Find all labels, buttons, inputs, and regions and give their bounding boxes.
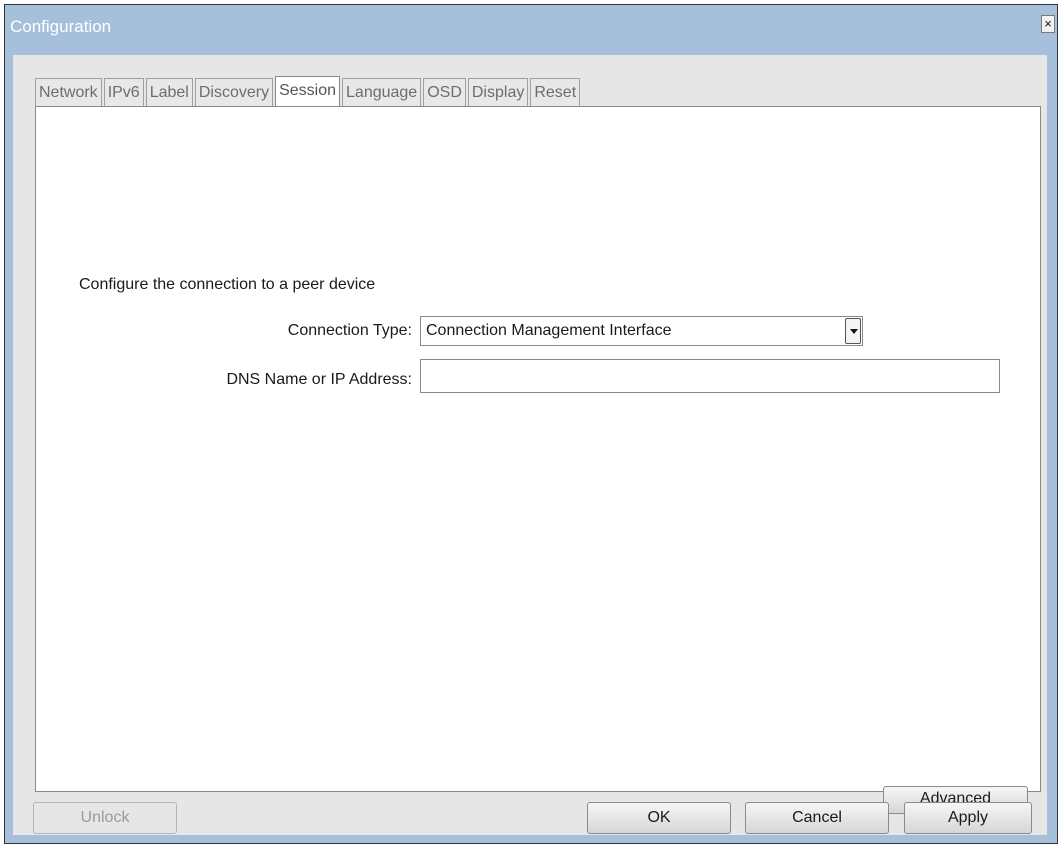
connection-type-value: Connection Management Interface	[426, 322, 672, 339]
unlock-button[interactable]: Unlock	[33, 802, 177, 834]
tab-language[interactable]: Language	[342, 78, 422, 106]
dialog-client-area: Network IPv6 Label Discovery Session Lan…	[13, 55, 1047, 835]
title-bar[interactable]: Configuration ×	[5, 5, 1057, 55]
cancel-button[interactable]: Cancel	[745, 802, 889, 834]
configuration-window: Configuration × Network IPv6 Label Disco…	[4, 4, 1058, 844]
tab-discovery[interactable]: Discovery	[194, 78, 274, 106]
chevron-down-icon[interactable]	[845, 318, 861, 344]
tab-session[interactable]: Session	[275, 76, 341, 107]
connection-type-label: Connection Type:	[287, 322, 412, 339]
tab-osd[interactable]: OSD	[423, 78, 466, 106]
tab-display[interactable]: Display	[467, 78, 529, 106]
session-panel: Configure the connection to a peer devic…	[35, 106, 1041, 814]
dns-address-label: DNS Name or IP Address:	[226, 371, 412, 388]
session-description: Configure the connection to a peer devic…	[79, 276, 376, 293]
ok-button[interactable]: OK	[587, 802, 731, 834]
close-icon[interactable]: ×	[1041, 15, 1055, 33]
apply-button[interactable]: Apply	[904, 802, 1032, 834]
tab-strip: Network IPv6 Label Discovery Session Lan…	[35, 76, 582, 107]
tab-reset[interactable]: Reset	[530, 78, 581, 106]
tab-network[interactable]: Network	[35, 78, 102, 106]
window-title: Configuration	[10, 17, 112, 36]
tab-label[interactable]: Label	[145, 78, 193, 106]
tab-ipv6[interactable]: IPv6	[103, 78, 144, 106]
connection-type-select[interactable]: Connection Management Interface	[420, 316, 863, 346]
dns-address-input[interactable]	[420, 359, 1000, 393]
